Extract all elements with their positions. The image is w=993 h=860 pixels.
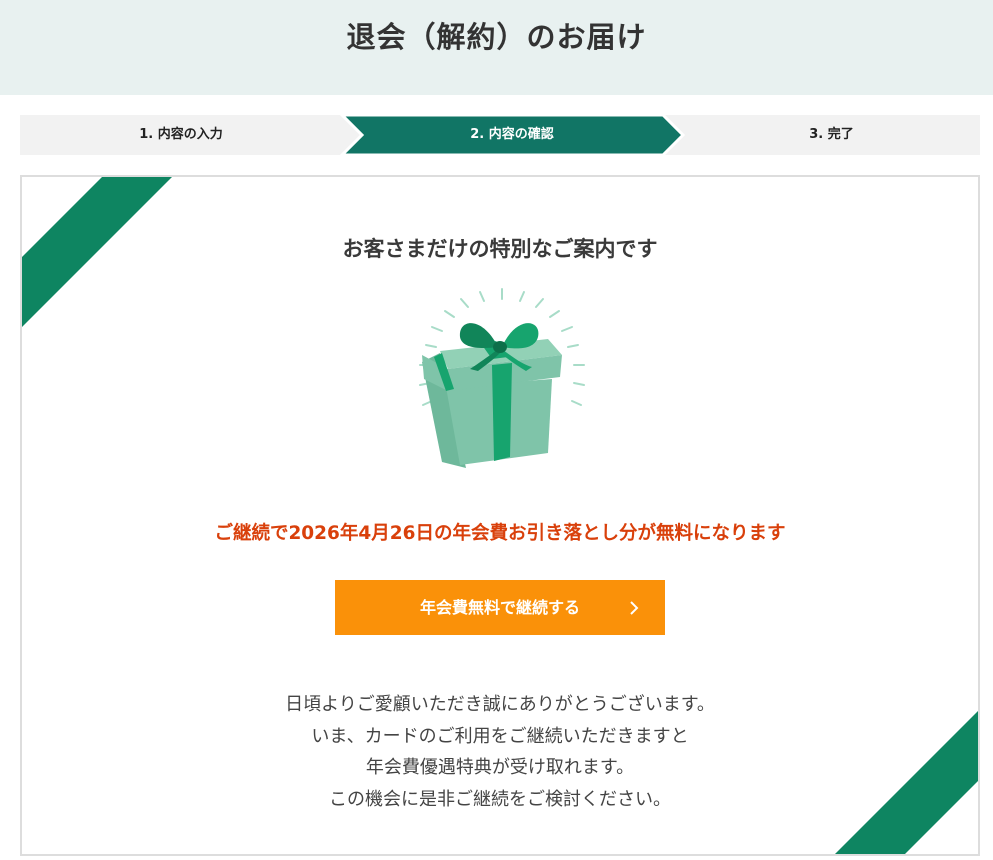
retention-message: 日頃よりご愛顧いただき誠にありがとうございます。 いま、カードのご利用をご継続い… [22, 689, 978, 815]
page-title: 退会（解約）のお届け [346, 20, 647, 54]
offer-highlight: ご継続で2026年4月26日の年会費お引き落とし分が無料になります [214, 523, 786, 544]
gift-box-icon [419, 288, 585, 468]
retention-offer-card: お客さまだけの特別なご案内です ご継続で2026年4月26日の年会費お引き落とし… [20, 175, 980, 856]
page-header: 退会（解約）のお届け [0, 0, 993, 95]
step-confirm: 2. 内容の確認 [470, 127, 554, 142]
gift-bow-left [459, 323, 498, 348]
offer-heading: お客さまだけの特別なご案内です [342, 237, 658, 261]
chevron-right-icon [630, 601, 639, 615]
message-line: この機会に是非ご継続をご検討ください。 [329, 788, 671, 810]
continue-free-button[interactable]: 年会費無料で継続する [335, 580, 665, 635]
step-complete: 3. 完了 [809, 127, 854, 142]
step-input: 1. 内容の入力 [139, 127, 223, 142]
continue-free-button-label: 年会費無料で継続する [419, 598, 580, 617]
message-line: いま、カードのご利用をご継続いただきますと [311, 725, 689, 747]
message-line: 日頃よりご愛顧いただき誠にありがとうございます。 [285, 694, 715, 715]
gift-bow-knot [493, 341, 507, 353]
gift-ribbon-vertical [492, 363, 512, 461]
message-line: 年会費優遇特典が受け取れます。 [365, 757, 635, 778]
step-indicator: 1. 内容の入力 2. 内容の確認 3. 完了 [20, 115, 980, 155]
